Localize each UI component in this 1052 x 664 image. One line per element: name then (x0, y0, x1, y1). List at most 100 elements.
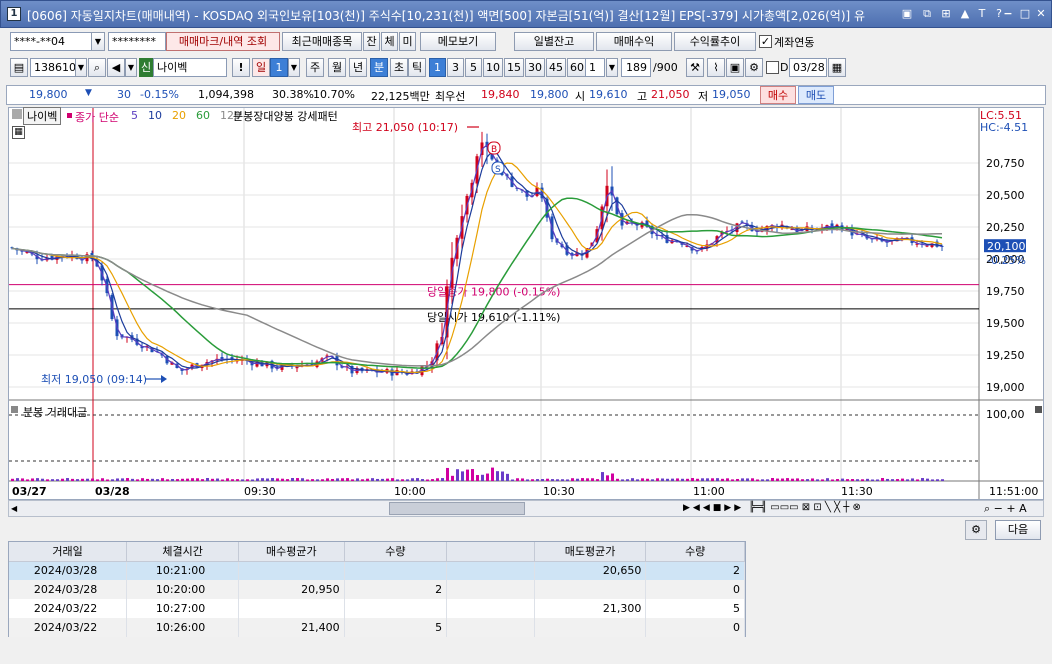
scroll-thumb[interactable] (389, 502, 525, 515)
che-button[interactable]: 체 (381, 32, 398, 51)
tool-icon-1[interactable]: ⚒ (686, 58, 704, 77)
mi-button[interactable]: 미 (399, 32, 416, 51)
week-button[interactable]: 주 (306, 58, 324, 77)
change-arrow-icon: ▼ (85, 88, 92, 98)
account-dropdown-icon[interactable]: ▼ (91, 32, 105, 51)
second-button[interactable]: 초 (390, 58, 408, 77)
period-button-5[interactable]: 5 (465, 58, 482, 77)
date-checkbox[interactable] (766, 61, 779, 74)
alert-button[interactable]: ! (232, 58, 250, 77)
search-icon[interactable]: ⌕ (88, 58, 106, 77)
table-header[interactable]: 거래일 (9, 542, 128, 562)
zoom-tools[interactable]: ⌕ − + A (984, 502, 1027, 516)
volume-bar (96, 479, 99, 481)
period-button-3[interactable]: 3 (447, 58, 464, 77)
window-icon-2[interactable]: ⧉ (919, 6, 935, 22)
memo-button[interactable]: 메모보기 (420, 32, 496, 51)
profit-trend-button[interactable]: 수익률추이 (674, 32, 756, 51)
table-header[interactable]: 매도평균가 (534, 542, 647, 562)
table-row[interactable]: 2024/03/28 10:20:00 20,950 2 0 (9, 580, 745, 599)
volume-bar (471, 469, 474, 481)
trade-profit-button[interactable]: 매매수익 (596, 32, 672, 51)
speaker-icon[interactable]: ◀ (107, 58, 125, 77)
table-header[interactable]: 체결시간 (126, 542, 239, 562)
volume-bar (391, 478, 394, 481)
account-field[interactable]: ****-**04 (10, 32, 92, 51)
best-ask: 19,840 (481, 88, 520, 101)
next-button[interactable]: 다음 (995, 520, 1041, 540)
stock-name-field[interactable]: 나이벡 (153, 58, 227, 77)
drawing-tools[interactable]: ╠═╣ ▭▭▭ ⊠ ⊡ ╲ ╳ ┼ ⊗ (749, 502, 861, 513)
sell-button[interactable]: 매도 (798, 86, 834, 104)
buy-button[interactable]: 매수 (760, 86, 796, 104)
pin-icon[interactable]: ▲ (957, 6, 973, 22)
daily-balance-button[interactable]: 일별잔고 (514, 32, 594, 51)
count-input[interactable]: 189 (621, 58, 651, 77)
table-cell: 10:20:00 (126, 580, 239, 599)
volume-bar (411, 478, 414, 481)
recent-trades-button[interactable]: 최근매매종목 (282, 32, 362, 51)
scroll-left-icon[interactable]: ◀ (11, 504, 21, 514)
period-button-60[interactable]: 60 (567, 58, 587, 77)
code-dropdown-icon[interactable]: ▼ (75, 58, 87, 77)
save-icon[interactable]: ▣ (726, 58, 744, 77)
maximize-icon[interactable]: □ (1017, 6, 1033, 22)
month-button[interactable]: 월 (328, 58, 346, 77)
link-icon[interactable]: ⊞ (938, 6, 954, 22)
date-input[interactable]: 03/28 (789, 58, 827, 77)
day-count-field[interactable]: 1 (270, 58, 288, 77)
password-field[interactable]: ******** (108, 32, 166, 51)
calendar-icon[interactable]: ▦ (828, 58, 846, 77)
font-icon[interactable]: T (974, 6, 990, 22)
volume-bar (911, 478, 914, 481)
candle-chart[interactable]: 20,750 20,500 20,250 20,000 19,750 19,500 19,2… (8, 107, 1044, 500)
layout-icon[interactable]: ▤ (10, 58, 28, 77)
period-dropdown-icon[interactable]: ▼ (606, 58, 618, 77)
speaker-dropdown-icon[interactable]: ▼ (125, 58, 137, 77)
minimize-icon[interactable]: − (1001, 6, 1015, 22)
day-button[interactable]: 일 (252, 58, 270, 77)
volume-bar (301, 478, 304, 481)
period-field[interactable]: 1 (585, 58, 605, 77)
settings-icon[interactable]: ⚙ (745, 58, 763, 77)
volume-bar (556, 479, 559, 481)
period-button-30[interactable]: 30 (525, 58, 545, 77)
volume-bar (756, 479, 759, 481)
period-button-15[interactable]: 15 (504, 58, 524, 77)
gear-icon[interactable]: ⚙ (965, 520, 987, 540)
table-header[interactable]: 수량 (344, 542, 448, 562)
minute-button[interactable]: 분 (370, 58, 388, 77)
high-label: 고 (637, 90, 648, 103)
table-header[interactable]: 수량 (645, 542, 745, 562)
period-button-1[interactable]: 1 (429, 58, 446, 77)
tool-icon-2[interactable]: ⌇ (707, 58, 725, 77)
volume-bar (931, 479, 934, 481)
legend-toggle-icon[interactable] (12, 109, 22, 119)
volume-bar (36, 478, 39, 481)
table-cell: 0 (645, 580, 745, 599)
window-icon-1[interactable]: ▣ (899, 6, 915, 22)
table-header[interactable] (446, 542, 535, 562)
close-icon[interactable]: ✕ (1033, 6, 1049, 22)
x-tick-label: 09:30 (244, 485, 276, 498)
chart-scrollbar[interactable]: ◀ ▶◀◀■▶▶ ╠═╣ ▭▭▭ ⊠ ⊡ ╲ ╳ ┼ ⊗ ⌕ − + A (8, 500, 1044, 517)
period-button-10[interactable]: 10 (483, 58, 503, 77)
tick-button[interactable]: 틱 (408, 58, 426, 77)
grid-icon[interactable]: ▦ (12, 126, 25, 139)
turnover-rate: 30.38% (272, 88, 314, 101)
period-button-45[interactable]: 45 (546, 58, 566, 77)
table-row[interactable]: 2024/03/22 10:26:00 21,400 5 0 (9, 618, 745, 637)
table-header[interactable]: 매수평균가 (238, 542, 345, 562)
jan-button[interactable]: 잔 (363, 32, 380, 51)
y-tick-label: 19,750 (986, 285, 1025, 298)
mark-query-button[interactable]: 매매마크/내역 조회 (166, 32, 280, 51)
volume-bar (206, 478, 209, 481)
year-button[interactable]: 년 (349, 58, 367, 77)
account-link-checkbox[interactable]: ✓ (759, 35, 772, 48)
playback-controls[interactable]: ▶◀◀■▶▶ (683, 503, 744, 513)
day-dropdown-icon[interactable]: ▼ (288, 58, 300, 77)
stock-code-input[interactable]: 138610 (30, 58, 76, 77)
volume-bar (396, 479, 399, 481)
table-row[interactable]: 2024/03/28 10:21:00 20,650 2 (9, 561, 745, 580)
table-row[interactable]: 2024/03/22 10:27:00 21,300 5 (9, 599, 745, 618)
